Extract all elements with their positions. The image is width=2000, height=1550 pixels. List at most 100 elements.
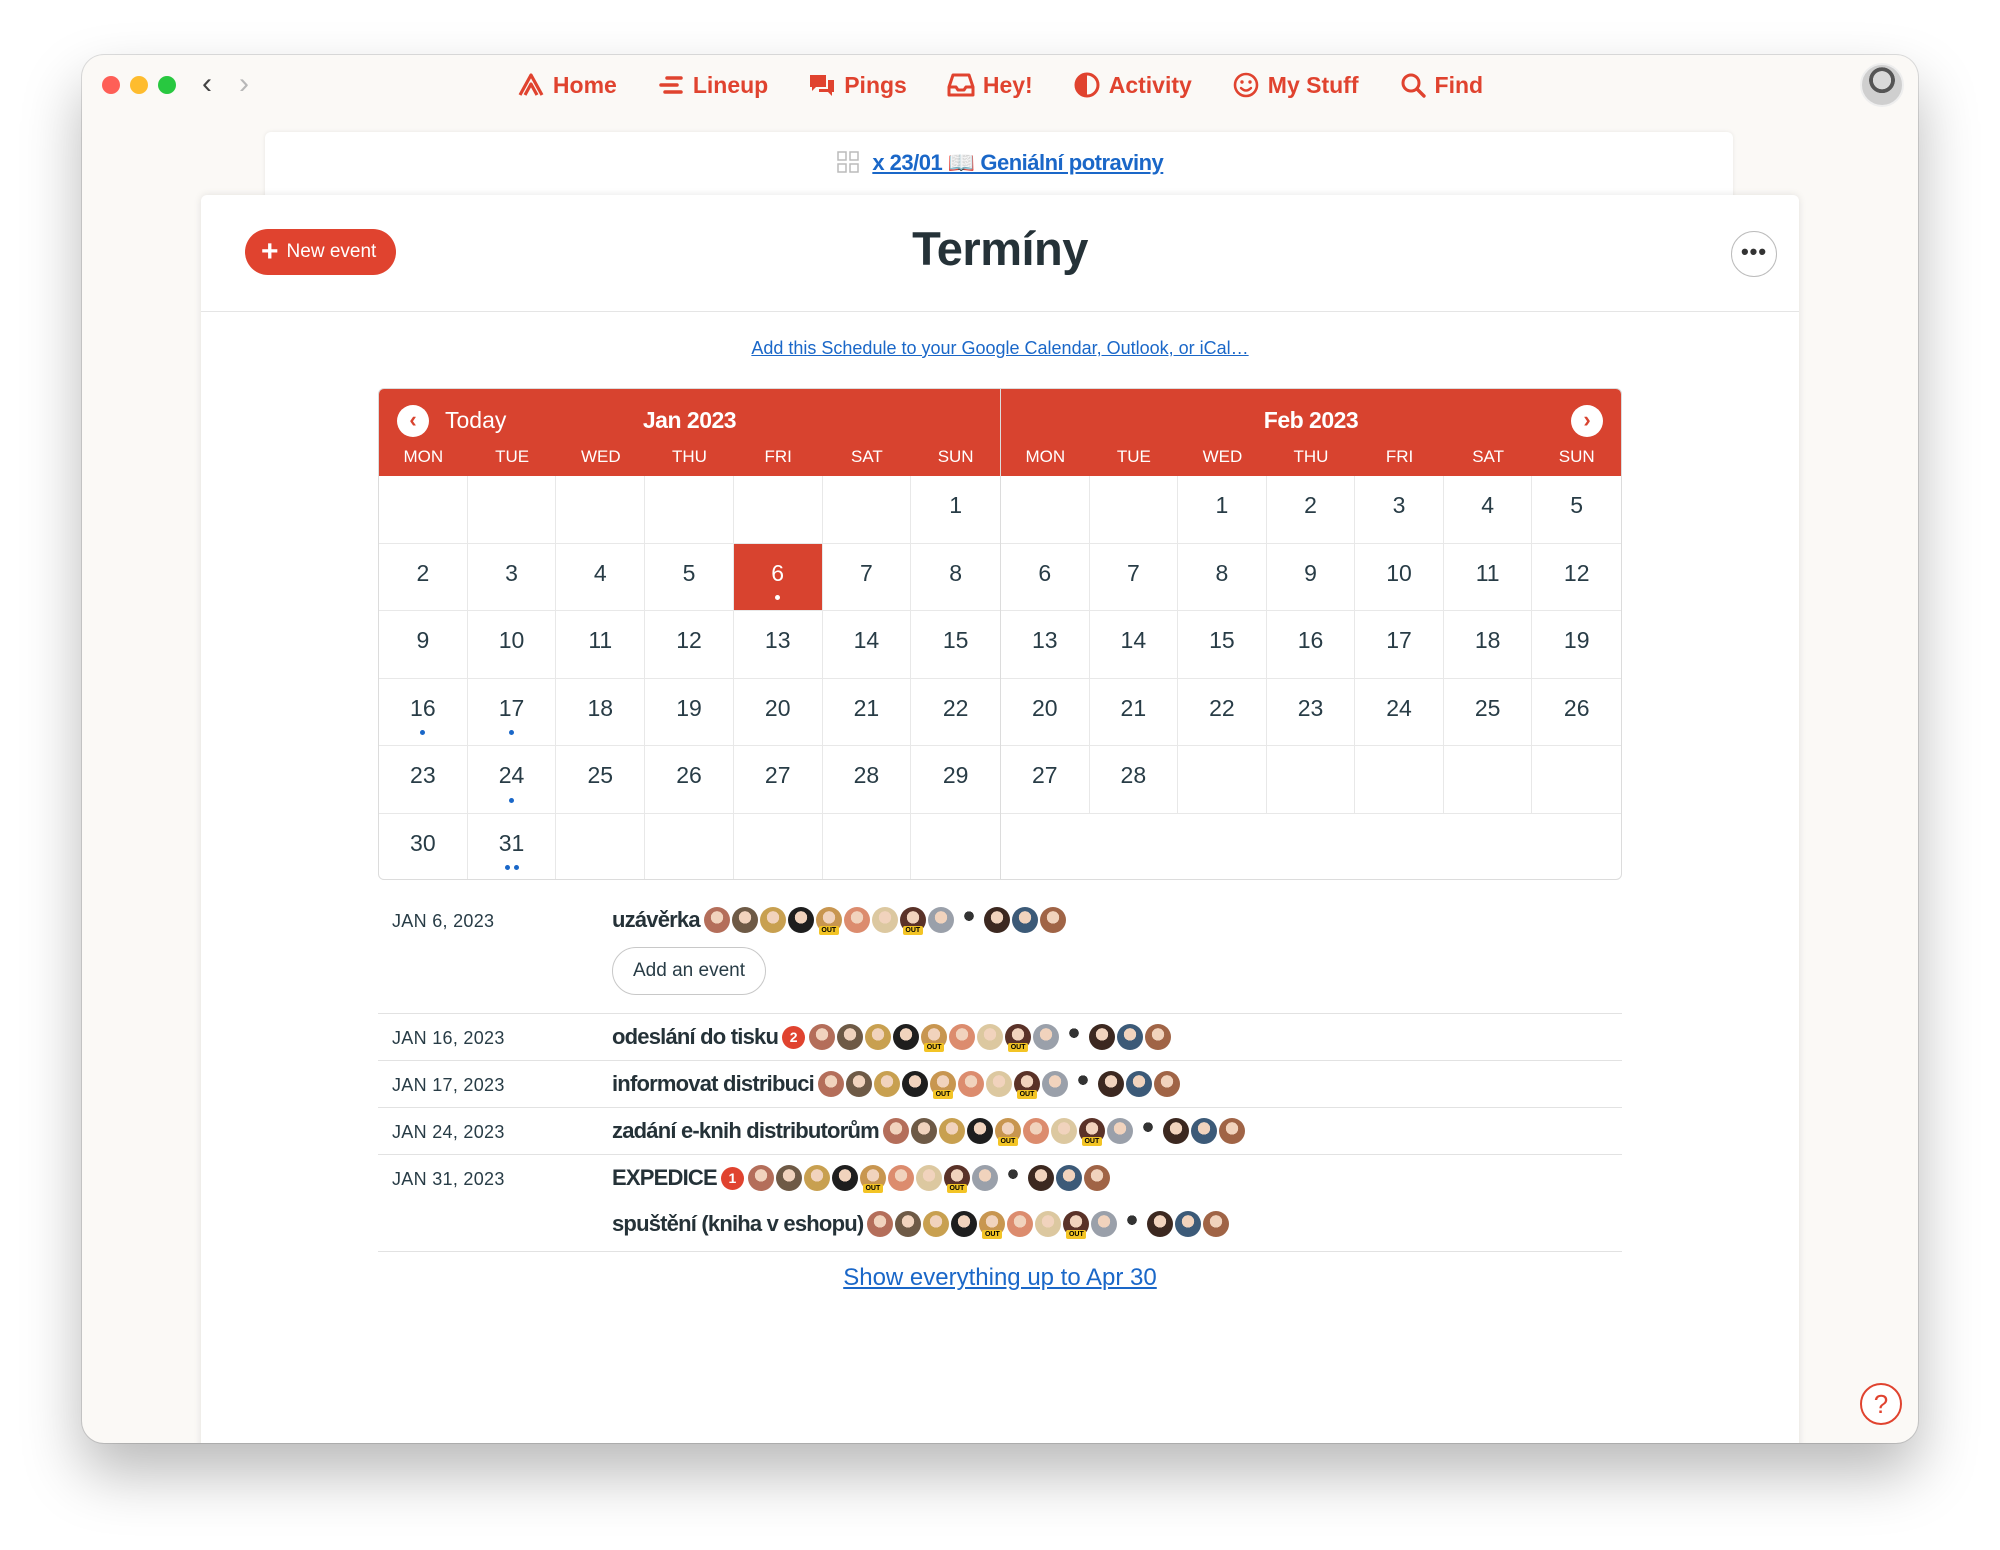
- participant-avatar[interactable]: [871, 907, 898, 933]
- event-title[interactable]: spuštění (kniha v eshopu): [612, 1211, 864, 1237]
- participant-avatar[interactable]: [882, 1118, 909, 1144]
- calendar-day[interactable]: 19: [1532, 611, 1621, 679]
- participant-avatar[interactable]: [747, 1165, 774, 1191]
- nav-mystuff[interactable]: My Stuff: [1232, 69, 1359, 101]
- participant-avatar[interactable]: [831, 1165, 858, 1191]
- calendar-day[interactable]: 2: [1266, 476, 1356, 544]
- participant-avatar[interactable]: [1078, 1118, 1105, 1146]
- participant-avatar[interactable]: [943, 1165, 970, 1193]
- nav-hey[interactable]: Hey!: [947, 69, 1033, 101]
- participant-avatar[interactable]: [895, 1211, 922, 1237]
- participant-avatar[interactable]: [1007, 1211, 1034, 1237]
- calendar-day[interactable]: 24: [467, 746, 557, 814]
- calendar-day[interactable]: 14: [1089, 611, 1179, 679]
- participant-avatar[interactable]: [1039, 907, 1066, 933]
- participant-avatar[interactable]: [902, 1071, 928, 1097]
- calendar-day[interactable]: 21: [1089, 678, 1179, 746]
- calendar-day[interactable]: 9: [379, 611, 468, 679]
- calendar-day[interactable]: 22: [1178, 678, 1267, 746]
- more-options-button[interactable]: •••: [1731, 231, 1777, 277]
- calendar-day[interactable]: 7: [1089, 543, 1179, 611]
- participant-avatar[interactable]: [986, 1071, 1012, 1097]
- event-title[interactable]: uzávěrka: [612, 907, 701, 933]
- participant-avatar[interactable]: [1119, 1211, 1146, 1237]
- calendar-day[interactable]: 17: [467, 678, 557, 746]
- participant-avatar[interactable]: [1117, 1024, 1144, 1050]
- calendar-day[interactable]: 18: [1443, 611, 1533, 679]
- participant-avatar[interactable]: [1175, 1211, 1202, 1237]
- nav-pings[interactable]: Pings: [808, 69, 907, 101]
- calendar-day[interactable]: 31: [468, 813, 557, 879]
- calendar-day[interactable]: 2: [379, 543, 468, 611]
- calendar-day[interactable]: 14: [822, 611, 912, 679]
- calendar-day[interactable]: 11: [1443, 543, 1533, 611]
- participant-avatar[interactable]: [1027, 1165, 1054, 1191]
- nav-find[interactable]: Find: [1399, 69, 1483, 101]
- participant-avatar[interactable]: [887, 1165, 914, 1191]
- calendar-day[interactable]: 8: [911, 544, 1000, 611]
- calendar-day[interactable]: 16: [1266, 611, 1356, 679]
- event-title[interactable]: zadání e-knih distributorům: [612, 1118, 880, 1144]
- nav-home[interactable]: Home: [517, 69, 617, 101]
- participant-avatar[interactable]: [983, 907, 1010, 933]
- participant-avatar[interactable]: [1147, 1211, 1174, 1237]
- calendar-day[interactable]: 3: [1355, 476, 1444, 544]
- event-title[interactable]: informovat distribuci: [612, 1071, 815, 1097]
- calendar-day[interactable]: 13: [733, 611, 823, 679]
- calendar-day[interactable]: 27: [1001, 746, 1090, 814]
- participant-avatar[interactable]: [787, 907, 814, 933]
- participant-avatar[interactable]: [971, 1165, 998, 1191]
- participant-avatar[interactable]: [910, 1118, 937, 1144]
- participant-avatar[interactable]: [999, 1165, 1026, 1191]
- participant-avatar[interactable]: [951, 1211, 978, 1237]
- calendar-day[interactable]: 20: [733, 678, 823, 746]
- calendar-day[interactable]: 5: [645, 543, 734, 611]
- calendar-day[interactable]: 23: [1266, 678, 1356, 746]
- participant-avatar[interactable]: [867, 1211, 894, 1237]
- calendar-day[interactable]: 25: [1443, 678, 1533, 746]
- participant-avatar[interactable]: [1083, 1165, 1110, 1191]
- calendar-day[interactable]: 18: [556, 678, 646, 746]
- participant-avatar[interactable]: [899, 907, 926, 935]
- participant-avatar[interactable]: [1005, 1024, 1032, 1052]
- participant-avatar[interactable]: [843, 907, 870, 933]
- calendar-day[interactable]: 8: [1178, 543, 1267, 611]
- participant-avatar[interactable]: [1089, 1024, 1116, 1050]
- participant-avatar[interactable]: [927, 907, 954, 933]
- calendar-day[interactable]: 11: [556, 611, 646, 679]
- calendar-day[interactable]: 1: [911, 476, 1000, 544]
- participant-avatar[interactable]: [955, 907, 982, 933]
- participant-avatar[interactable]: [846, 1071, 872, 1097]
- participant-avatar[interactable]: [1035, 1211, 1062, 1237]
- participant-avatar[interactable]: [958, 1071, 984, 1097]
- nav-lineup[interactable]: Lineup: [657, 69, 768, 101]
- participant-avatar[interactable]: [1106, 1118, 1133, 1144]
- participant-avatar[interactable]: [930, 1071, 956, 1099]
- calendar-day[interactable]: 4: [556, 543, 646, 611]
- calendar-day[interactable]: 23: [379, 746, 468, 814]
- participant-avatar[interactable]: [1022, 1118, 1049, 1144]
- participant-avatar[interactable]: [1203, 1211, 1230, 1237]
- participant-avatar[interactable]: [815, 907, 842, 935]
- add-event-button[interactable]: Add an event: [612, 947, 766, 995]
- participant-avatar[interactable]: [1042, 1071, 1068, 1097]
- participant-avatar[interactable]: [731, 907, 758, 933]
- event-title[interactable]: EXPEDICE: [612, 1165, 718, 1191]
- calendar-day[interactable]: 12: [1532, 544, 1621, 611]
- participant-avatar[interactable]: [1050, 1118, 1077, 1144]
- participant-avatar[interactable]: [759, 907, 786, 933]
- participant-avatar[interactable]: [1218, 1118, 1245, 1144]
- calendar-day[interactable]: 15: [911, 611, 1000, 679]
- help-icon[interactable]: ?: [1860, 1383, 1902, 1425]
- calendar-day[interactable]: 15: [1178, 611, 1267, 679]
- participant-avatar[interactable]: [1033, 1024, 1060, 1050]
- calendar-day[interactable]: 21: [822, 678, 912, 746]
- participant-avatar[interactable]: [1011, 907, 1038, 933]
- calendar-day[interactable]: 25: [556, 746, 646, 814]
- calendar-day[interactable]: 22: [911, 679, 1000, 746]
- calendar-day[interactable]: 3: [467, 543, 557, 611]
- participant-avatar[interactable]: [865, 1024, 892, 1050]
- user-avatar[interactable]: [1860, 63, 1904, 107]
- calendar-day[interactable]: 28: [822, 746, 912, 814]
- participant-avatar[interactable]: [818, 1071, 844, 1097]
